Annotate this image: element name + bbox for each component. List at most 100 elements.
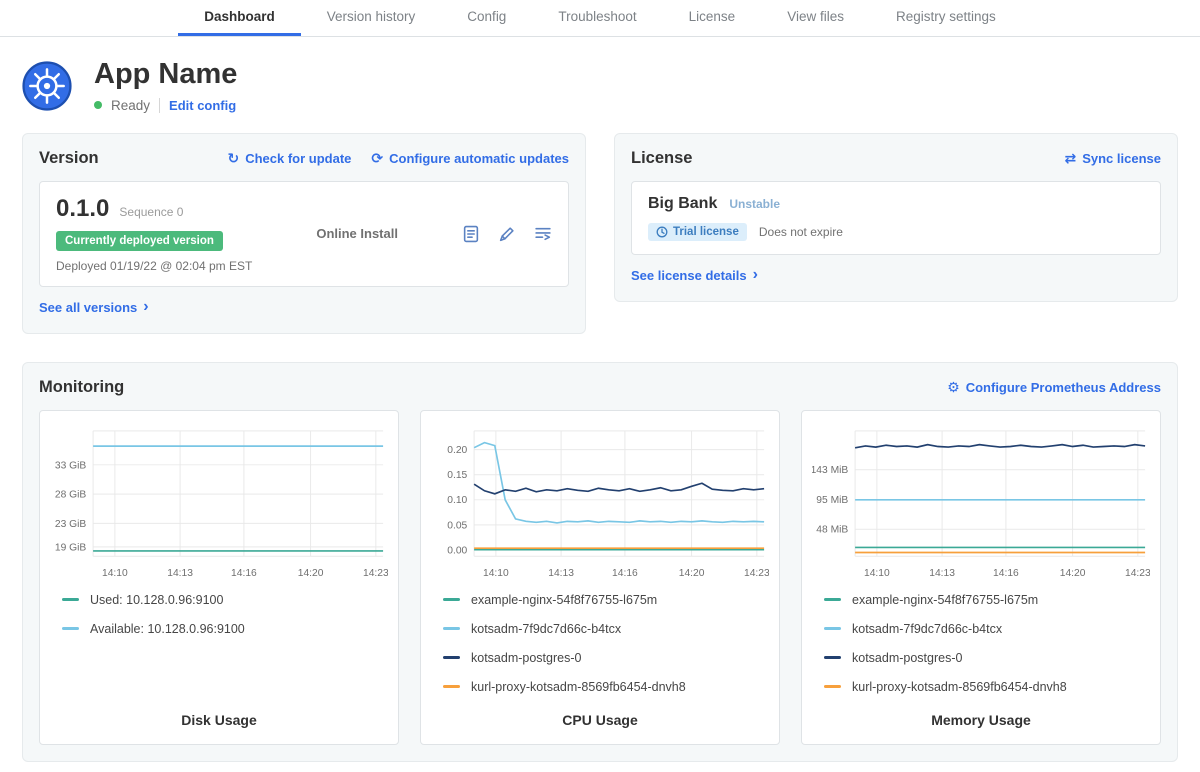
sync-icon: ⇄ — [1064, 151, 1076, 165]
trial-license-badge: Trial license — [648, 223, 747, 241]
disk-usage-legend: Used: 10.128.0.96:9100 Available: 10.128.… — [50, 593, 388, 636]
svg-text:14:10: 14:10 — [102, 568, 128, 579]
configure-automatic-updates-link[interactable]: ⟳ Configure automatic updates — [371, 151, 569, 166]
legend-color-dash — [62, 598, 79, 601]
svg-text:14:23: 14:23 — [744, 568, 769, 579]
legend-item: kotsadm-postgres-0 — [443, 651, 769, 665]
tab-dashboard[interactable]: Dashboard — [178, 0, 301, 36]
version-actions — [462, 225, 552, 243]
channel-label: Unstable — [729, 197, 780, 211]
license-panel: License ⇄ Sync license Big Bank Unstable — [614, 133, 1178, 302]
check-for-update-link[interactable]: ↻ Check for update — [227, 151, 351, 166]
edit-config-link[interactable]: Edit config — [169, 98, 236, 113]
legend-label: example-nginx-54f8f76755-l675m — [852, 593, 1038, 607]
svg-text:14:10: 14:10 — [483, 568, 509, 579]
app-title: App Name — [94, 59, 237, 91]
sequence-label: Sequence 0 — [119, 205, 183, 219]
customer-row: Big Bank Unstable — [648, 195, 1144, 213]
legend-item: kurl-proxy-kotsadm-8569fb6454-dnvh8 — [824, 680, 1150, 694]
svg-text:14:23: 14:23 — [363, 568, 388, 579]
svg-text:14:10: 14:10 — [864, 568, 890, 579]
app-header-text: App Name Ready Edit config — [94, 59, 237, 113]
svg-text:14:16: 14:16 — [231, 568, 257, 579]
app-status-row: Ready Edit config — [94, 98, 237, 113]
legend-label: Used: 10.128.0.96:9100 — [90, 593, 223, 607]
kubernetes-logo-icon — [22, 61, 72, 111]
memory-usage-chart-card: 14:1014:1314:1614:2014:23143 MiB95 MiB48… — [801, 410, 1161, 745]
disk-usage-chart: 14:1014:1314:1614:2014:2333 GiB28 GiB23 … — [50, 423, 388, 585]
tab-registry-settings[interactable]: Registry settings — [870, 0, 1022, 36]
legend-label: example-nginx-54f8f76755-l675m — [471, 593, 657, 607]
release-notes-icon[interactable] — [462, 225, 480, 243]
tab-license[interactable]: License — [663, 0, 762, 36]
edit-config-pen-icon[interactable] — [498, 225, 516, 243]
license-card: Big Bank Unstable Trial license Does not… — [631, 181, 1161, 255]
legend-label: kotsadm-7f9dc7d66c-b4tcx — [852, 622, 1002, 636]
legend-item: kotsadm-7f9dc7d66c-b4tcx — [824, 622, 1150, 636]
deployed-timestamp: Deployed 01/19/22 @ 02:04 pm EST — [56, 259, 252, 273]
svg-text:23 GiB: 23 GiB — [55, 519, 87, 530]
svg-text:143 MiB: 143 MiB — [812, 465, 848, 476]
svg-text:48 MiB: 48 MiB — [816, 525, 848, 536]
charts-grid: 14:10 14:13 14:16 14:20 14:23 33 GiB 28 GiB 23 … — [39, 410, 1161, 745]
dashboard-page: App Name Ready Edit config Version ↻ Che… — [0, 37, 1200, 772]
version-panel-header: Version ↻ Check for update ⟳ Configure a… — [39, 149, 569, 168]
svg-text:14:16: 14:16 — [993, 568, 1019, 579]
legend-item: example-nginx-54f8f76755-l675m — [443, 593, 769, 607]
svg-text:28 GiB: 28 GiB — [55, 489, 87, 500]
legend-label: Available: 10.128.0.96:9100 — [90, 622, 245, 636]
svg-text:0.00: 0.00 — [447, 545, 467, 556]
tab-config[interactable]: Config — [441, 0, 532, 36]
monitoring-panel: Monitoring ⚙ Configure Prometheus Addres… — [22, 362, 1178, 762]
svg-text:14:23: 14:23 — [1125, 568, 1150, 579]
svg-text:0.05: 0.05 — [447, 520, 467, 531]
configure-prometheus-label: Configure Prometheus Address — [966, 380, 1161, 395]
legend-item: kotsadm-postgres-0 — [824, 651, 1150, 665]
legend-item: kurl-proxy-kotsadm-8569fb6454-dnvh8 — [443, 680, 769, 694]
tab-troubleshoot[interactable]: Troubleshoot — [532, 0, 662, 36]
check-for-update-label: Check for update — [245, 151, 351, 166]
svg-text:14:13: 14:13 — [548, 568, 574, 579]
version-info-block: 0.1.0 Sequence 0 Currently deployed vers… — [56, 195, 252, 273]
see-license-details-link[interactable]: See license details › — [631, 268, 758, 283]
cpu-usage-legend: example-nginx-54f8f76755-l675m kotsadm-7f… — [431, 593, 769, 694]
top-cards-row: Version ↻ Check for update ⟳ Configure a… — [22, 133, 1178, 334]
legend-color-dash — [824, 627, 841, 630]
version-number: 0.1.0 — [56, 195, 109, 223]
refresh-icon: ↻ — [227, 151, 239, 165]
svg-text:14:20: 14:20 — [679, 568, 705, 579]
see-all-versions-link[interactable]: See all versions › — [39, 300, 149, 315]
legend-item: Available: 10.128.0.96:9100 — [62, 622, 388, 636]
legend-label: kotsadm-7f9dc7d66c-b4tcx — [471, 622, 621, 636]
memory-usage-title: Memory Usage — [812, 694, 1150, 728]
memory-usage-chart: 14:1014:1314:1614:2014:23143 MiB95 MiB48… — [812, 423, 1150, 585]
legend-label: kurl-proxy-kotsadm-8569fb6454-dnvh8 — [471, 680, 686, 694]
legend-color-dash — [443, 685, 460, 688]
app-header: App Name Ready Edit config — [22, 37, 1178, 133]
svg-text:95 MiB: 95 MiB — [816, 495, 848, 506]
cpu-usage-chart-card: 14:1014:1314:1614:2014:230.200.150.100.0… — [420, 410, 780, 745]
legend-label: kotsadm-postgres-0 — [471, 651, 581, 665]
sync-license-link[interactable]: ⇄ Sync license — [1064, 151, 1161, 166]
version-panel-links: ↻ Check for update ⟳ Configure automatic… — [227, 151, 569, 166]
version-panel-title: Version — [39, 149, 99, 168]
app-status-label: Ready — [111, 98, 150, 113]
tab-view-files[interactable]: View files — [761, 0, 870, 36]
trial-license-label: Trial license — [673, 226, 739, 238]
sync-license-label: Sync license — [1082, 151, 1161, 166]
legend-color-dash — [443, 656, 460, 659]
svg-text:14:13: 14:13 — [167, 568, 193, 579]
see-all-versions-label: See all versions — [39, 300, 137, 315]
svg-text:14:20: 14:20 — [1060, 568, 1086, 579]
current-version-card: 0.1.0 Sequence 0 Currently deployed vers… — [39, 181, 569, 287]
license-panel-header: License ⇄ Sync license — [631, 149, 1161, 168]
cpu-usage-chart: 14:1014:1314:1614:2014:230.200.150.100.0… — [431, 423, 769, 585]
monitoring-panel-header: Monitoring ⚙ Configure Prometheus Addres… — [39, 378, 1161, 397]
configure-prometheus-link[interactable]: ⚙ Configure Prometheus Address — [947, 380, 1161, 395]
svg-text:33 GiB: 33 GiB — [55, 460, 87, 471]
tab-version-history[interactable]: Version history — [301, 0, 442, 36]
legend-color-dash — [824, 656, 841, 659]
deploy-logs-icon[interactable] — [534, 225, 552, 243]
see-license-details-label: See license details — [631, 268, 747, 283]
disk-usage-chart-card: 14:1014:1314:1614:2014:2333 GiB28 GiB23 … — [39, 410, 399, 745]
